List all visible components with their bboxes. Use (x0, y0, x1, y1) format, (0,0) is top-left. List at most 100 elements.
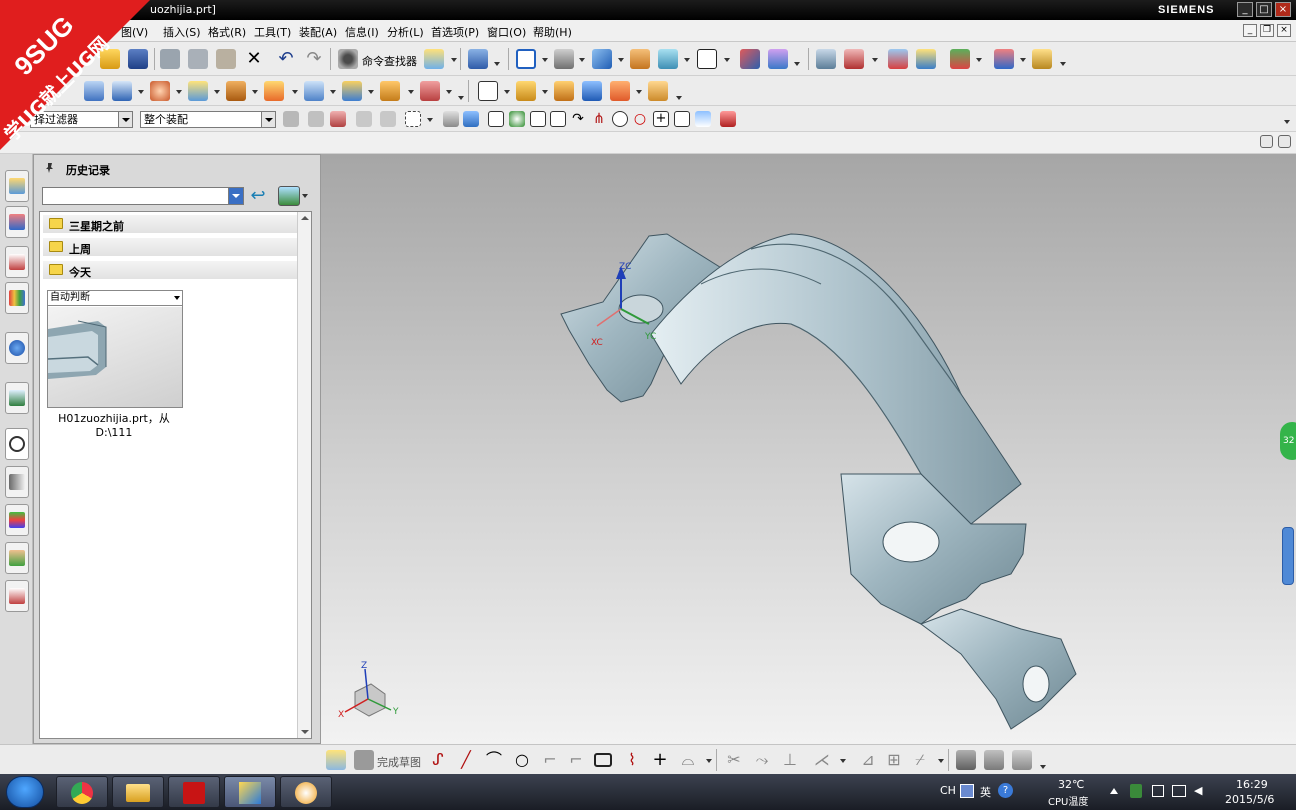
fit-view-icon[interactable] (516, 49, 536, 69)
feature-op-icon[interactable] (516, 81, 536, 101)
finish-sketch-icon[interactable] (354, 750, 374, 770)
dropdown-arrow[interactable] (451, 58, 457, 62)
dropdown-arrow[interactable] (794, 62, 800, 66)
offset-face-icon[interactable] (648, 81, 668, 101)
group-today[interactable]: 今天 (43, 261, 297, 279)
back-arrow-icon[interactable]: ↩ (248, 187, 268, 207)
profile-icon[interactable]: ᔑ (428, 750, 448, 770)
reuse-library-tab[interactable] (5, 282, 29, 314)
offset-curve-icon[interactable]: ⋌ (812, 750, 832, 770)
dropdown-arrow[interactable] (724, 58, 730, 62)
part-navigator-tab[interactable] (5, 246, 29, 278)
taskbar-app-chrome[interactable] (56, 776, 108, 808)
dropdown-arrow[interactable] (302, 194, 308, 198)
layer-icon[interactable] (630, 49, 650, 69)
dropdown-arrow[interactable] (684, 58, 690, 62)
dropdown-arrow[interactable] (330, 90, 336, 94)
info-tab[interactable] (5, 332, 29, 364)
shaded-view-icon[interactable] (554, 49, 574, 69)
doc-max-icon[interactable] (1278, 135, 1291, 148)
menu-assembly[interactable]: 装配(A) (299, 24, 337, 40)
group-last-week[interactable]: 上周 (43, 238, 297, 256)
chevron-down-icon[interactable] (261, 112, 275, 127)
dropdown-arrow[interactable] (872, 58, 878, 62)
dropdown-arrow[interactable] (542, 58, 548, 62)
roles-tab[interactable] (5, 542, 29, 574)
maximize-button[interactable]: □ (1256, 2, 1272, 17)
magic-wand-icon[interactable] (424, 49, 444, 69)
cube-view-icon[interactable] (592, 49, 612, 69)
snap-center-icon[interactable] (612, 111, 628, 127)
view-style-icon[interactable] (278, 186, 300, 206)
menu-information[interactable]: 信息(I) (345, 24, 379, 40)
menu-preferences[interactable]: 首选项(P) (431, 24, 479, 40)
help-icon[interactable]: ? (998, 783, 1013, 798)
arc-icon[interactable]: ⌒ (484, 750, 504, 770)
select-component-icon[interactable] (463, 111, 479, 127)
chamfer-sketch-icon[interactable]: ⌐ (566, 750, 586, 770)
dropdown-arrow[interactable] (427, 118, 433, 122)
language-indicator[interactable]: 英 (980, 784, 991, 810)
select-face-icon[interactable] (308, 111, 324, 127)
dropdown-arrow[interactable] (579, 58, 585, 62)
constraints-icon[interactable] (956, 750, 976, 770)
snap-existing-icon[interactable]: + (653, 111, 669, 127)
snap-endpoint-icon[interactable] (509, 111, 525, 127)
constraint-icon[interactable] (844, 49, 864, 69)
start-button[interactable] (6, 776, 44, 808)
snap-midpoint-icon[interactable] (530, 111, 546, 127)
selection-icon[interactable] (468, 49, 488, 69)
taskbar-app-explorer[interactable] (112, 776, 164, 808)
background-icon[interactable] (697, 49, 717, 69)
dropdown-arrow[interactable] (1020, 58, 1026, 62)
finish-sketch-label[interactable]: 完成草图 (377, 754, 421, 770)
graphics-window[interactable]: ZC XC YC Z X Y 32 (321, 154, 1296, 744)
ime-mode-icon[interactable] (960, 784, 974, 798)
chevron-down-icon[interactable] (174, 296, 180, 300)
doc-restore-button[interactable]: ❐ (1260, 24, 1274, 37)
menu-insert[interactable]: 插入(S) (163, 24, 201, 40)
dropdown-arrow[interactable] (1040, 765, 1046, 769)
command-finder-label[interactable]: 命令查找器 (362, 53, 417, 69)
snap-intersect-icon[interactable]: ⋔ (591, 111, 607, 127)
point-sketch-icon[interactable]: + (650, 750, 670, 770)
dropdown-arrow[interactable] (676, 96, 682, 100)
mirror-curve-icon[interactable]: ⊿ (858, 750, 878, 770)
block-icon[interactable] (582, 81, 602, 101)
dropdown-arrow[interactable] (494, 62, 500, 66)
doc-tile-icon[interactable] (1260, 135, 1273, 148)
ime-indicator[interactable]: CH (940, 784, 956, 810)
move-component-icon[interactable] (888, 49, 908, 69)
snap-curve-icon[interactable]: ↷ (570, 111, 586, 127)
side-badge[interactable]: 32 (1280, 422, 1296, 460)
web-browser-tab[interactable] (5, 382, 29, 414)
dropdown-arrow[interactable] (458, 96, 464, 100)
dropdown-arrow[interactable] (1060, 62, 1066, 66)
assembly-scope-select[interactable]: 整个装配 (140, 111, 276, 128)
cut-icon[interactable] (160, 49, 180, 69)
snap-on-curve-icon[interactable] (674, 111, 690, 127)
undo-icon[interactable]: ↶ (276, 49, 296, 69)
dropdown-arrow[interactable] (636, 90, 642, 94)
dropdown-arrow[interactable] (1284, 120, 1290, 124)
taskbar-app-pdf[interactable] (168, 776, 220, 808)
network-icon[interactable] (1172, 785, 1186, 797)
visualization-tab[interactable] (5, 504, 29, 536)
sketch-icon[interactable] (478, 81, 498, 101)
dropdown-arrow[interactable] (976, 58, 982, 62)
menu-window[interactable]: 窗口(O) (487, 24, 526, 40)
close-button[interactable]: × (1275, 2, 1291, 17)
snap-line-icon[interactable] (550, 111, 566, 127)
tray-expand-icon[interactable] (1110, 788, 1118, 794)
scroll-down-icon[interactable] (301, 730, 309, 734)
history-filter-select[interactable] (42, 187, 244, 205)
history-tab[interactable] (5, 428, 29, 460)
security-icon[interactable] (1130, 784, 1142, 798)
assembly-nav-icon[interactable] (816, 49, 836, 69)
menu-format[interactable]: 格式(R) (208, 24, 246, 40)
extrude-icon[interactable] (188, 81, 208, 101)
dropdown-arrow[interactable] (252, 90, 258, 94)
menu-analysis[interactable]: 分析(L) (387, 24, 424, 40)
quick-extend-icon[interactable]: ⤳ (752, 750, 772, 770)
binoculars-icon[interactable] (338, 49, 358, 69)
